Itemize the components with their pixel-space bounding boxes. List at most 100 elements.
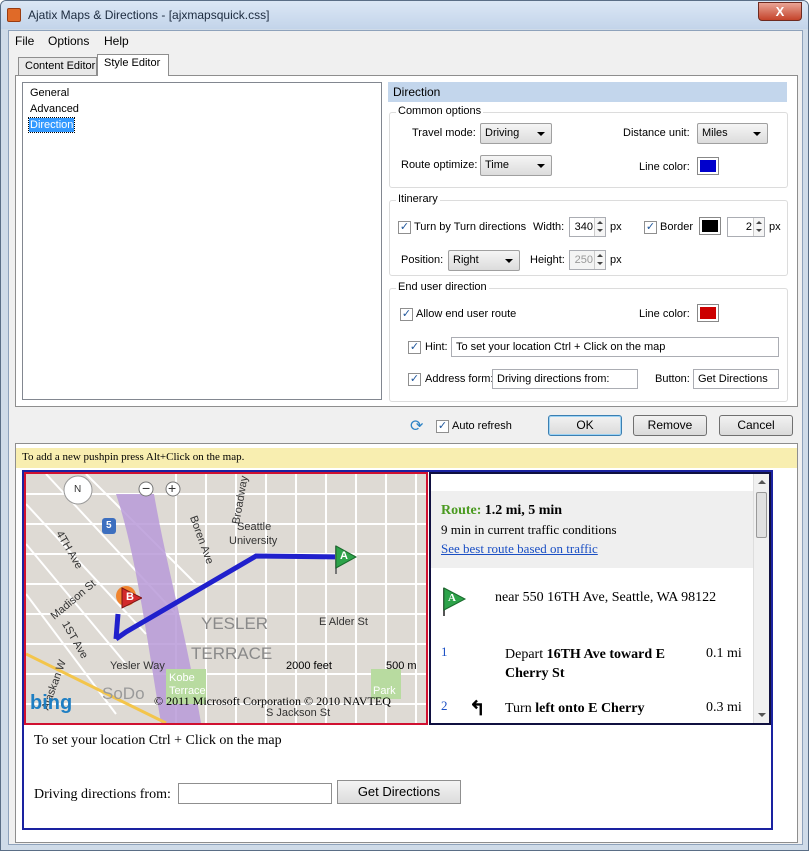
best-route-link[interactable]: See best route based on traffic <box>441 539 746 558</box>
menu-bar: File Options Help <box>9 31 802 52</box>
ok-button[interactable]: OK <box>548 415 622 436</box>
itinerary-scrollbar[interactable] <box>753 474 769 723</box>
hint-checkbox[interactable]: ✓ <box>408 341 421 354</box>
map-label: University <box>229 535 278 547</box>
position-value: Right <box>453 254 479 266</box>
close-button[interactable]: X <box>758 2 802 21</box>
title-bar[interactable]: Ajatix Maps & Directions - [ajxmapsquick… <box>1 1 808 29</box>
tab-style-editor[interactable]: Style Editor <box>97 54 169 76</box>
get-directions-button[interactable]: Get Directions <box>337 780 461 804</box>
list-item-direction[interactable]: Direction <box>27 117 76 133</box>
turn-by-turn-checkbox[interactable]: ✓ <box>398 221 411 234</box>
distance-unit-value: Miles <box>702 127 728 139</box>
step-distance: 0.3 mi <box>706 700 742 715</box>
step-text-bold: left onto E Cherry <box>535 701 645 716</box>
address-form-input[interactable]: Driving directions from: <box>492 369 638 389</box>
map-label: TERRACE <box>191 644 273 663</box>
end-user-line-color-swatch[interactable] <box>697 304 719 322</box>
step-text-plain: Turn <box>505 701 536 716</box>
travel-mode-select[interactable]: Driving <box>480 123 552 144</box>
color-fill <box>702 220 718 232</box>
border-width-spinner[interactable]: 2 <box>727 217 765 237</box>
tab-content-editor[interactable]: Content Editor <box>18 57 97 76</box>
menu-file[interactable]: File <box>15 34 34 48</box>
window-title: Ajatix Maps & Directions - [ajxmapsquick… <box>28 8 270 22</box>
step-distance: 0.1 mi <box>706 646 742 661</box>
auto-refresh-checkbox[interactable]: ✓ <box>436 420 449 433</box>
border-label: Border <box>660 221 694 233</box>
auto-refresh-label: Auto refresh <box>452 420 512 432</box>
remove-button[interactable]: Remove <box>633 415 707 436</box>
refresh-icon[interactable]: ⟳ <box>410 419 423 435</box>
location-hint: To set your location Ctrl + Click on the… <box>34 733 282 748</box>
chevron-down-icon <box>753 132 761 136</box>
directions-from-input[interactable] <box>178 783 332 804</box>
section-title: Direction <box>388 82 787 102</box>
route-optimize-select[interactable]: Time <box>480 155 552 176</box>
height-label: Height: <box>530 254 565 266</box>
itinerary-group: Itinerary ✓ Turn by Turn directions Widt… <box>389 193 788 276</box>
address-form-checkbox[interactable]: ✓ <box>408 373 421 386</box>
step-text-plain: Depart <box>505 647 547 662</box>
compass-label: N <box>74 484 82 495</box>
spin-arrows-icon[interactable] <box>594 251 605 269</box>
step-number: 2 <box>441 698 448 713</box>
pushpin-b-icon[interactable]: B <box>116 584 144 616</box>
border-color-swatch[interactable] <box>699 217 721 235</box>
button-text-input[interactable]: Get Directions <box>693 369 779 389</box>
border-unit: px <box>769 221 781 233</box>
spin-arrows-icon[interactable] <box>753 218 764 236</box>
map-label: Kobe <box>169 672 195 684</box>
scroll-up-icon[interactable] <box>758 480 766 484</box>
border-checkbox[interactable]: ✓ <box>644 221 657 234</box>
width-value: 340 <box>574 221 593 233</box>
width-label: Width: <box>533 221 565 233</box>
travel-mode-label: Travel mode: <box>412 127 476 139</box>
hint-input[interactable]: To set your location Ctrl + Click on the… <box>451 337 779 357</box>
spin-arrows-icon[interactable] <box>594 218 605 236</box>
step-text: Depart 16TH Ave toward E Cherry St <box>505 645 705 683</box>
allow-route-checkbox[interactable]: ✓ <box>400 308 413 321</box>
menu-options[interactable]: Options <box>48 34 89 48</box>
allow-route-label: Allow end user route <box>416 308 517 320</box>
distance-unit-select[interactable]: Miles <box>697 123 768 144</box>
step-text: Turn left onto E Cherry <box>505 699 705 718</box>
travel-mode-value: Driving <box>485 127 520 139</box>
width-spinner[interactable]: 340 <box>569 217 606 237</box>
turn-left-icon: ↰ <box>469 698 486 720</box>
scroll-down-icon[interactable] <box>758 713 766 717</box>
height-spinner[interactable]: 250 <box>569 250 606 270</box>
chevron-down-icon <box>505 259 513 263</box>
list-item-general[interactable]: General <box>29 86 70 100</box>
street-grid <box>26 474 426 723</box>
map-view[interactable]: N − + 5 Seattle University YESLER TERRAC… <box>24 472 428 725</box>
group-label: Common options <box>396 105 484 117</box>
pushpin-a-icon[interactable]: A <box>332 544 358 576</box>
category-list[interactable]: General Advanced Direction <box>22 82 382 400</box>
pin-b-label: B <box>126 591 134 603</box>
route-optimize-value: Time <box>485 159 510 171</box>
color-fill <box>700 160 716 172</box>
map-label: YESLER <box>201 614 269 633</box>
cancel-button[interactable]: Cancel <box>719 415 793 436</box>
route-summary-line: Route: 1.2 mi, 5 min <box>441 500 746 520</box>
line-color-swatch[interactable] <box>697 157 719 175</box>
start-flag-label: A <box>448 592 456 604</box>
end-user-direction-form: To set your location Ctrl + Click on the… <box>24 725 771 828</box>
position-select[interactable]: Right <box>448 250 520 271</box>
bing-logo: bing <box>30 692 73 714</box>
zoom-out-glyph: − <box>142 480 151 496</box>
app-icon <box>7 8 21 22</box>
menu-help[interactable]: Help <box>104 34 129 48</box>
map-roads <box>26 474 426 723</box>
hint-label: Hint: <box>425 341 448 353</box>
route-value: 1.2 mi, 5 min <box>484 503 563 518</box>
common-options-group: Common options Travel mode: Driving Dist… <box>389 105 788 188</box>
step-number: 1 <box>441 644 448 659</box>
map-label: SoDo <box>102 684 145 703</box>
scroll-thumb[interactable] <box>756 492 767 538</box>
list-item-advanced[interactable]: Advanced <box>29 102 80 116</box>
directions-from-label: Driving directions from: <box>34 787 171 802</box>
map-copyright: © 2011 Microsoft Corporation © 2010 NAVT… <box>154 694 391 708</box>
route-optimize-label: Route optimize: <box>401 159 478 171</box>
